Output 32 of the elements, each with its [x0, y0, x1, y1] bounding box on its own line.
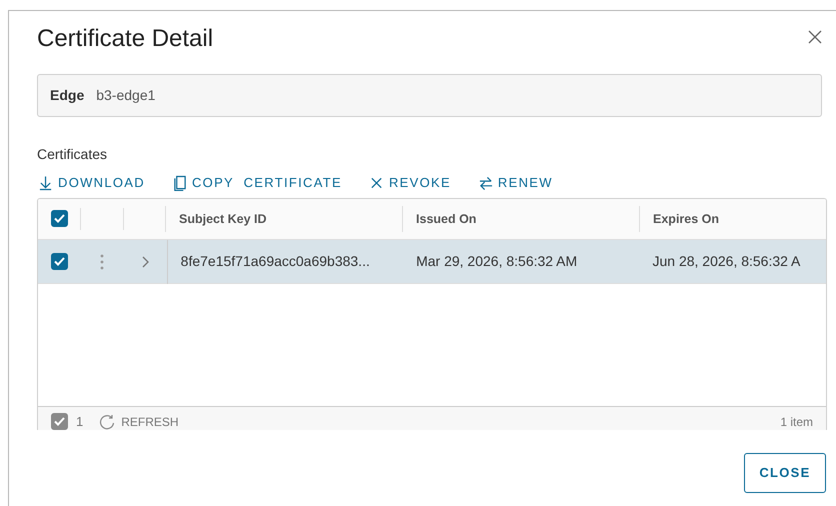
close-icon[interactable]	[808, 30, 822, 44]
download-button[interactable]: DOWNLOAD	[39, 173, 145, 193]
selected-count: 1	[76, 412, 84, 430]
swap-arrows-icon	[478, 175, 493, 191]
download-icon	[39, 175, 53, 191]
checkbox[interactable]	[51, 413, 68, 430]
close-icon	[370, 175, 384, 191]
check-icon	[54, 257, 65, 266]
table-cell-text: Jun 28, 2026, 8:56:32 A	[652, 252, 800, 271]
copy-button[interactable]: COPY CERTIFICATE	[172, 173, 342, 193]
check-icon	[54, 417, 65, 426]
item-count: 1 item	[780, 414, 813, 430]
table-cell-text: 8fe7e15f71a69acc0a69b383...	[180, 252, 370, 271]
column-header[interactable]: Expires On	[653, 210, 720, 228]
edge-label: Edge	[50, 86, 84, 105]
check-icon	[54, 214, 65, 223]
copy-icon	[172, 175, 187, 191]
checkbox[interactable]	[50, 253, 68, 270]
edge-value: b3-edge1	[96, 86, 156, 105]
column-header[interactable]: Subject Key ID	[179, 210, 267, 228]
close-button[interactable]: CLOSE	[744, 453, 826, 493]
refresh-button[interactable]: REFRESH	[99, 412, 179, 430]
chevron-right-icon[interactable]	[142, 256, 149, 268]
section-title: Certificates	[37, 145, 108, 164]
refresh-icon	[99, 414, 116, 430]
column-header[interactable]: Issued On	[416, 210, 476, 228]
checkbox[interactable]	[50, 210, 68, 227]
table-row[interactable]: 8fe7e15f71a69acc0a69b383... Mar 29, 2026, 8:56:32 AM Jun 28, 2026, 8:56:32 A	[38, 240, 826, 284]
dialog-title: Certificate Detail	[37, 24, 214, 54]
renew-button[interactable]: RENEW	[478, 173, 553, 193]
table-cell-text: Mar 29, 2026, 8:56:32 AM	[416, 252, 578, 271]
revoke-button[interactable]: REVOKE	[370, 173, 451, 193]
